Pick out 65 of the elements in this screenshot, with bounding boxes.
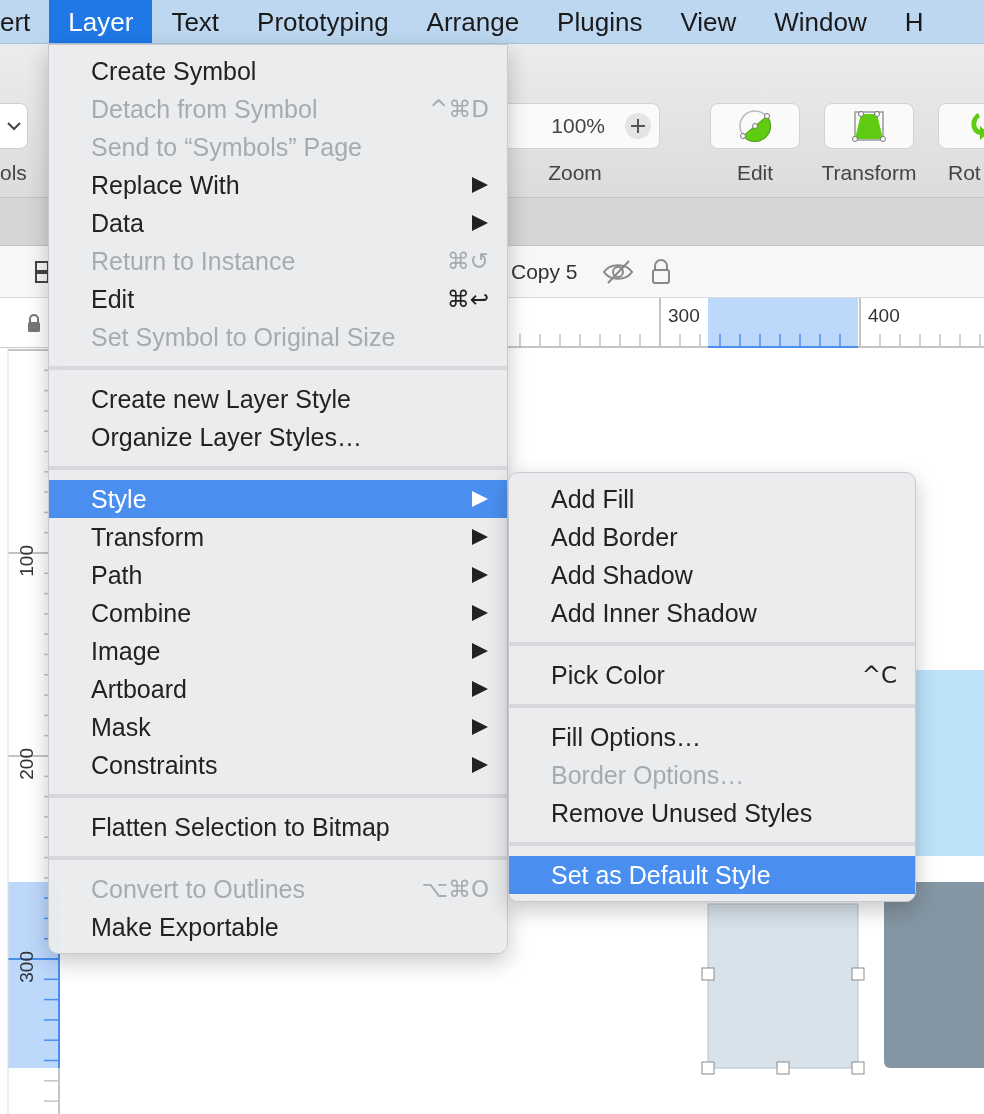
chevron-down-icon [7,121,21,131]
menu-item[interactable]: Organize Layer Styles… [49,418,507,456]
shortcut-label: ^⌘D [429,96,489,122]
zoom-in-button[interactable] [625,113,651,139]
menu-item[interactable]: Add Fill [509,480,915,518]
plus-icon [631,119,645,133]
toolbar-label: Edit [736,161,774,185]
menu-item[interactable]: Remove Unused Styles [509,794,915,832]
transform-icon [852,109,886,143]
menu-bar-item[interactable]: Text [152,0,239,43]
menu-item[interactable]: Constraints [49,746,507,784]
menu-item[interactable]: Make Exportable [49,908,507,946]
menu-item[interactable]: Mask [49,708,507,746]
menu-item[interactable]: Replace With [49,166,507,204]
ruler-label: 400 [868,305,900,326]
menu-item[interactable]: Add Border [509,518,915,556]
menu-item[interactable]: Transform [49,518,507,556]
menu-bar-item[interactable]: ert [0,0,50,43]
zoom-value: 100% [551,114,605,138]
hidden-eye-icon[interactable] [601,258,634,285]
menu-item[interactable]: Artboard [49,670,507,708]
lock-icon[interactable] [650,258,671,285]
ruler-label: 300 [668,305,700,326]
menu-bar-item[interactable]: Prototyping [238,0,408,43]
menu-item[interactable]: Path [49,556,507,594]
toolbar-label: ols [0,161,27,185]
toolbar-label: Rot [947,161,981,185]
menu-item[interactable]: Flatten Selection to Bitmap [49,808,507,846]
menu-item[interactable]: Fill Options… [509,718,915,756]
ruler-label: 100 [16,545,37,577]
menu-item[interactable]: Combine [49,594,507,632]
menu-bar-item[interactable]: Arrange [407,0,539,43]
resize-handle[interactable] [701,967,715,981]
resize-handle[interactable] [851,967,865,981]
symbol-icon [35,260,49,283]
menu-bar-item[interactable]: View [661,0,756,43]
menu-bar-item[interactable]: Window [755,0,886,43]
menu-item[interactable]: Create Symbol [49,52,507,90]
selected-rectangle[interactable] [707,903,859,1069]
ruler-label: 300 [16,951,37,983]
resize-handle[interactable] [701,1061,715,1075]
rotate-icon [968,112,984,140]
menu-item[interactable]: Create new Layer Style [49,380,507,418]
menu-item[interactable]: Add Shadow [509,556,915,594]
menu-bar-item[interactable]: Layer [49,0,153,43]
lock-icon[interactable] [27,313,41,332]
toolbar-label: Transform [821,161,917,185]
menu-item[interactable]: Add Inner Shadow [509,594,915,632]
toolbar-label: Zoom [548,161,602,185]
layer-name: Copy 5 [511,259,578,284]
menu-item[interactable]: Image [49,632,507,670]
toolbar-button[interactable] [710,103,800,149]
resize-handle[interactable] [776,1061,790,1075]
shortcut-label: ⌥⌘O [421,876,489,902]
menu-item[interactable]: Pick Color ^C [509,656,915,694]
resize-handle[interactable] [851,1061,865,1075]
shortcut-label: ⌘↺ [446,248,489,274]
menu-bar-item[interactable]: H [885,0,943,43]
menu-item[interactable]: Edit ⌘↩ [49,280,507,318]
toolbar-button[interactable] [824,103,914,149]
shortcut-label: ⌘↩ [446,286,489,312]
edit-path-icon [738,109,772,143]
menu-bar-item[interactable]: Plugins [538,0,662,43]
shortcut-label: ^C [861,662,897,688]
ruler-label: 200 [16,748,37,780]
